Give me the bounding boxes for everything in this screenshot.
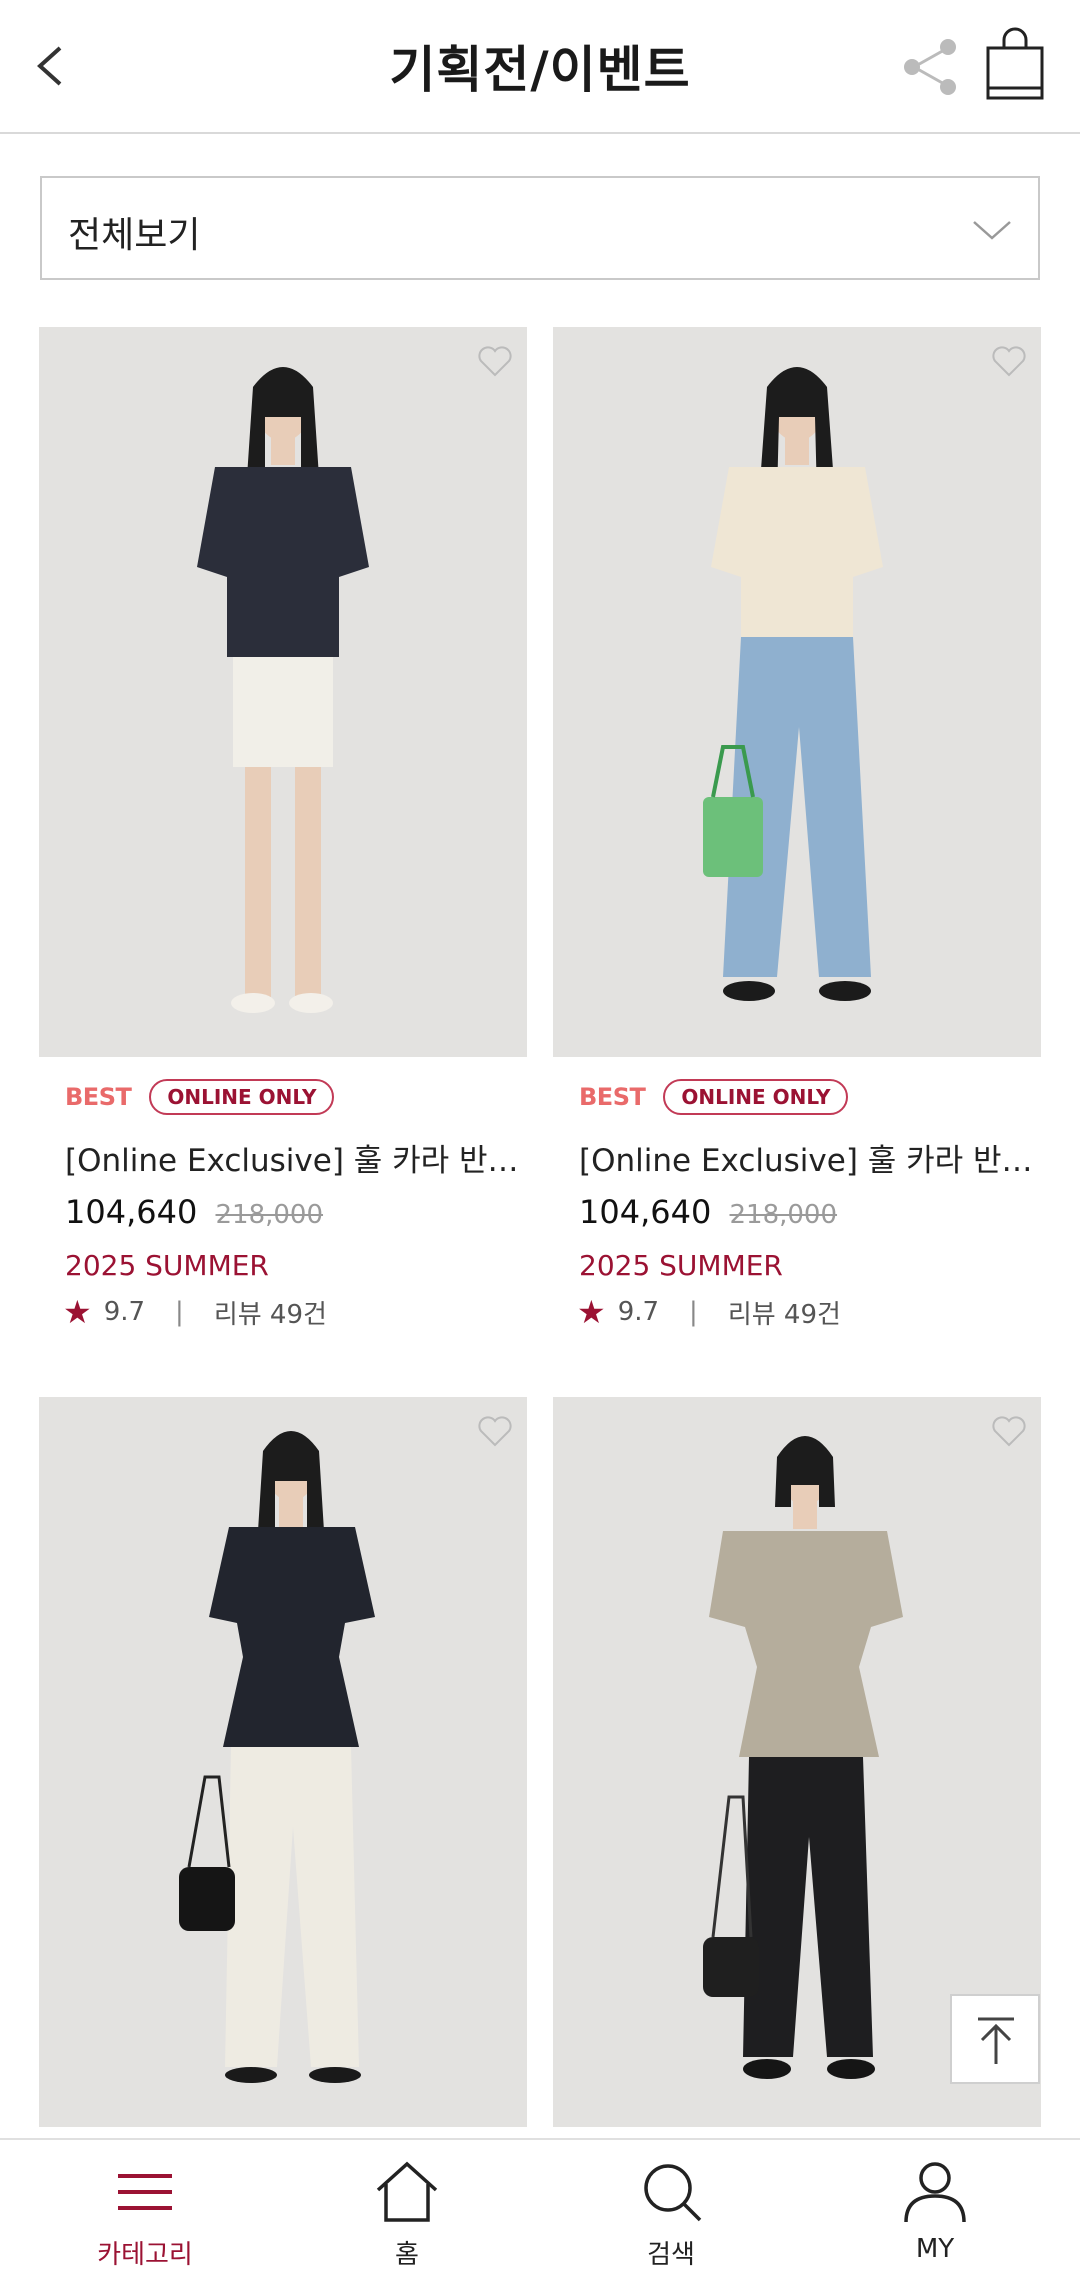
product-price: 104,640 218,000 bbox=[65, 1193, 323, 1231]
rating-divider: | bbox=[689, 1297, 698, 1327]
search-icon bbox=[644, 2164, 702, 2222]
rating-divider: | bbox=[175, 1297, 184, 1327]
tab-label: 카테고리 bbox=[97, 2240, 193, 2270]
tab-my[interactable]: MY bbox=[800, 2140, 1070, 2284]
heart-icon[interactable] bbox=[989, 1411, 1029, 1451]
bottom-garment bbox=[233, 657, 333, 767]
product-image[interactable] bbox=[553, 327, 1041, 1057]
review-count: 리뷰 49건 bbox=[727, 1299, 841, 1330]
category-filter-select[interactable]: 전체보기 bbox=[40, 176, 1040, 280]
heart-icon[interactable] bbox=[989, 341, 1029, 381]
tab-search[interactable]: 검색 bbox=[536, 2140, 806, 2284]
sale-price: 104,640 bbox=[579, 1193, 712, 1231]
model-figure bbox=[553, 327, 1041, 1057]
chevron-down-icon bbox=[973, 221, 1011, 240]
heart-icon[interactable] bbox=[475, 341, 515, 381]
product-rating: ★ 9.7 | 리뷰 49건 bbox=[63, 1293, 327, 1331]
season-label: 2025 SUMMER bbox=[579, 1249, 783, 1282]
product-image[interactable] bbox=[39, 1397, 527, 2127]
product-name[interactable]: [Online Exclusive] 훌 카라 반… bbox=[579, 1135, 1035, 1180]
scroll-to-top-button[interactable] bbox=[950, 1994, 1040, 2084]
tab-label: 홈 bbox=[395, 2240, 419, 2270]
home-icon bbox=[376, 2161, 438, 2222]
shopping-bag-icon[interactable] bbox=[984, 26, 1046, 102]
menu-icon bbox=[118, 2174, 172, 2210]
original-price: 218,000 bbox=[215, 1200, 324, 1230]
tab-home[interactable]: 홈 bbox=[272, 2140, 542, 2284]
product-badges: BEST ONLINE ONLY bbox=[579, 1079, 849, 1115]
sale-price: 104,640 bbox=[65, 1193, 198, 1231]
star-icon: ★ bbox=[63, 1293, 92, 1331]
product-price: 104,640 218,000 bbox=[579, 1193, 837, 1231]
heart-icon[interactable] bbox=[475, 1411, 515, 1451]
review-count: 리뷰 49건 bbox=[213, 1299, 327, 1330]
product-rating: ★ 9.7 | 리뷰 49건 bbox=[577, 1293, 841, 1331]
share-icon[interactable] bbox=[898, 34, 964, 100]
rating-score: 9.7 bbox=[617, 1297, 660, 1327]
product-image[interactable] bbox=[39, 327, 527, 1057]
model-figure bbox=[39, 1397, 527, 2127]
model-figure bbox=[39, 327, 527, 1057]
tab-label: 검색 bbox=[647, 2240, 695, 2270]
best-badge: BEST bbox=[579, 1083, 646, 1111]
season-label: 2025 SUMMER bbox=[65, 1249, 269, 1282]
tab-category[interactable]: 카테고리 bbox=[10, 2140, 280, 2284]
star-icon: ★ bbox=[577, 1293, 606, 1331]
online-only-badge: ONLINE ONLY bbox=[149, 1079, 335, 1115]
online-only-badge: ONLINE ONLY bbox=[663, 1079, 849, 1115]
bottom-tab-bar: 카테고리 홈 검색 MY bbox=[0, 2138, 1080, 2284]
product-badges: BEST ONLINE ONLY bbox=[65, 1079, 335, 1115]
tab-label: MY bbox=[915, 2234, 955, 2264]
product-name[interactable]: [Online Exclusive] 훌 카라 반… bbox=[65, 1135, 521, 1180]
rating-score: 9.7 bbox=[103, 1297, 146, 1327]
best-badge: BEST bbox=[65, 1083, 132, 1111]
user-icon bbox=[904, 2162, 966, 2223]
app-header: 기획전/이벤트 bbox=[0, 0, 1080, 134]
original-price: 218,000 bbox=[729, 1200, 838, 1230]
arrow-up-icon bbox=[978, 2017, 1014, 2064]
filter-selected-value: 전체보기 bbox=[68, 215, 201, 256]
